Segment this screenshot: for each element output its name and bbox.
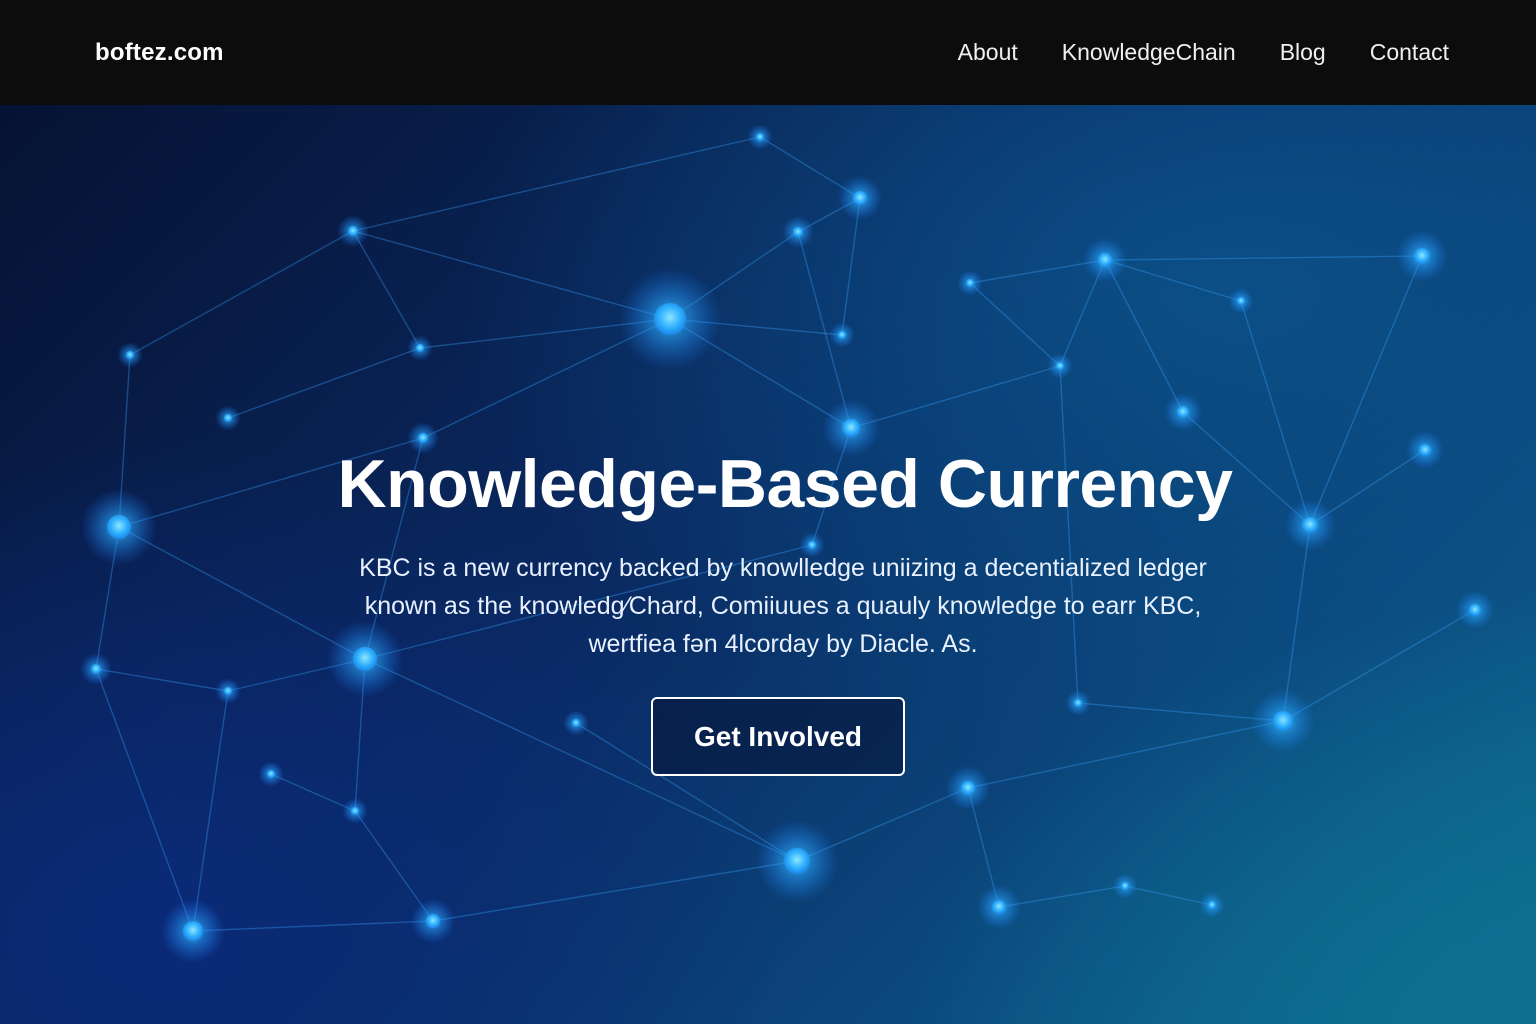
nav-link-about[interactable]: About xyxy=(958,39,1018,66)
hero-title: Knowledge-Based Currency xyxy=(337,446,1233,522)
hero-description: KBC is a new currency backed by knowlled… xyxy=(278,549,1288,663)
top-navbar: boftez.com About KnowledgeChain Blog Con… xyxy=(0,0,1536,105)
get-involved-button[interactable]: Get Involved xyxy=(651,697,905,776)
site-logo[interactable]: boftez.com xyxy=(95,39,224,67)
hero-description-line: KBC is a new currency backed by knowlled… xyxy=(359,554,1207,582)
nav-link-knowledgechain[interactable]: KnowledgeChain xyxy=(1062,39,1236,66)
hero-description-line: wertfiea fən 4lcorday by Diacle. As. xyxy=(588,630,978,658)
nav-link-contact[interactable]: Contact xyxy=(1370,39,1449,66)
hero-content: Knowledge-Based Currency KBC is a new cu… xyxy=(0,105,1536,1024)
main-nav: About KnowledgeChain Blog Contact xyxy=(958,39,1449,66)
hero-description-line: known as the knowledg⁄Chard, Comiiuues a… xyxy=(364,592,1202,620)
hero-section: Knowledge-Based Currency KBC is a new cu… xyxy=(0,105,1536,1024)
nav-link-blog[interactable]: Blog xyxy=(1280,39,1326,66)
